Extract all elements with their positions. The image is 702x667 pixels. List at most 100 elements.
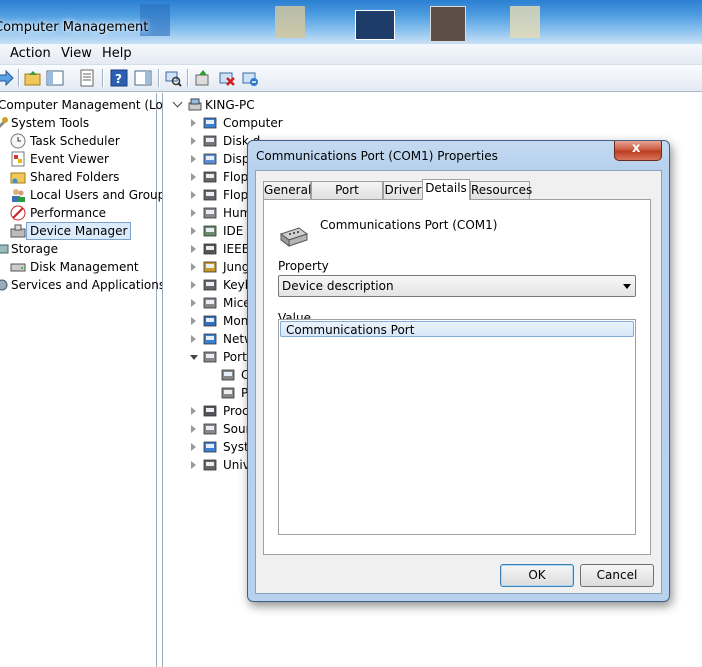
tab-general[interactable]: General (263, 181, 311, 199)
expand-arrow-icon[interactable] (191, 155, 196, 163)
clock-icon (10, 133, 26, 149)
cancel-button[interactable]: Cancel (580, 564, 654, 587)
toolbar-separator (18, 69, 20, 87)
menu-help[interactable]: Help (102, 46, 132, 61)
port-icon (203, 351, 217, 363)
expand-arrow-icon[interactable] (191, 119, 196, 127)
disk-icon (10, 263, 26, 272)
floppy-icon (203, 189, 217, 201)
expand-arrow-icon[interactable] (191, 407, 196, 415)
disk-drive-icon (203, 135, 217, 147)
port-icon (221, 387, 235, 399)
expand-arrow-icon[interactable] (191, 245, 196, 253)
device-category-label: Jung (223, 260, 250, 274)
window-title: Computer Management (0, 20, 149, 35)
close-icon: x (632, 141, 641, 156)
jungo-icon (203, 261, 217, 273)
tools-icon (0, 117, 8, 128)
ok-button[interactable]: OK (500, 564, 574, 587)
tab-details[interactable]: Details (422, 179, 470, 200)
expand-arrow-icon[interactable] (191, 263, 196, 271)
usb-icon (203, 459, 217, 471)
expand-arrow-icon[interactable] (191, 173, 196, 181)
expand-arrow-icon[interactable] (191, 461, 196, 469)
forward-arrow-icon[interactable] (0, 69, 14, 87)
menu-bar: Action View Help (0, 44, 702, 65)
expand-arrow-icon[interactable] (191, 299, 196, 307)
hid-icon (203, 207, 217, 219)
device-category-label: Flop (223, 170, 249, 184)
system-icon (203, 441, 217, 453)
disable-device-icon[interactable] (218, 69, 236, 87)
properties-sheet-icon[interactable] (78, 69, 96, 87)
processor-icon (203, 405, 217, 417)
ide-icon (203, 225, 217, 237)
toolbar: ? (0, 65, 702, 92)
tab-resources[interactable]: Resources (470, 181, 532, 199)
close-button[interactable]: x (614, 141, 662, 161)
device-manager-icon (10, 224, 26, 238)
computer-icon (203, 117, 217, 129)
dialog-title: Communications Port (COM1) Properties (256, 149, 498, 163)
computer-icon (188, 98, 202, 111)
dialog-client: General Port Settings Driver Details Res… (255, 170, 662, 594)
expand-arrow-icon[interactable] (191, 209, 196, 217)
sound-icon (203, 423, 217, 435)
menu-view[interactable]: View (61, 46, 92, 61)
value-item[interactable]: Communications Port (280, 321, 634, 337)
properties-dialog: Communications Port (COM1) Properties x … (247, 140, 670, 602)
update-driver-icon[interactable] (194, 69, 212, 87)
performance-icon (10, 205, 26, 221)
mouse-icon (203, 297, 217, 309)
console-tree: Computer Management (Local System Tools … (0, 93, 180, 667)
event-viewer-icon (11, 151, 25, 167)
network-icon (203, 333, 217, 345)
ieee-icon (203, 243, 217, 255)
expand-arrow-icon[interactable] (191, 191, 196, 199)
menu-action[interactable]: Action (10, 46, 51, 61)
collapse-arrow-icon[interactable] (190, 355, 198, 360)
users-icon (12, 189, 25, 202)
value-list[interactable]: Communications Port (278, 319, 636, 535)
action-pane-icon[interactable] (134, 69, 152, 87)
display-icon (203, 153, 217, 165)
expand-arrow-icon[interactable] (191, 425, 196, 433)
device-name: Communications Port (COM1) (320, 218, 498, 232)
desktop-icons (110, 4, 670, 42)
monitor-icon (203, 315, 217, 327)
keyboard-icon (203, 279, 217, 291)
property-dropdown[interactable]: Device description (278, 275, 636, 297)
scan-hardware-icon[interactable] (164, 69, 182, 87)
device-category-label: Mon (223, 314, 249, 328)
property-label: Property (278, 259, 329, 273)
expand-arrow-icon[interactable] (191, 335, 196, 343)
device-category-label: Computer (223, 116, 283, 130)
toolbar-separator (158, 69, 160, 87)
device-category-label: Flop (223, 188, 249, 202)
toolbar-separator (187, 69, 189, 87)
port-icon (221, 369, 235, 381)
tab-driver[interactable]: Driver (383, 181, 423, 199)
expand-arrow-icon[interactable] (191, 281, 196, 289)
device-category-label: Disp (223, 152, 250, 166)
collapse-arrow-icon[interactable] (172, 97, 183, 108)
property-value: Device description (282, 279, 394, 293)
device-category-label: Proc (223, 404, 249, 418)
show-hide-tree-icon[interactable] (46, 69, 64, 87)
up-folder-icon[interactable] (24, 69, 42, 87)
help-icon[interactable]: ? (110, 69, 128, 87)
device-category-label: IEEE (223, 242, 250, 256)
expand-arrow-icon[interactable] (191, 227, 196, 235)
floppy-icon (203, 171, 217, 183)
serial-port-icon (279, 227, 309, 247)
details-panel: Communications Port (COM1) Property Devi… (263, 199, 651, 555)
svg-text:?: ? (115, 72, 122, 86)
toolbar-separator (102, 69, 104, 87)
chevron-down-icon (623, 284, 631, 289)
tab-port-settings[interactable]: Port Settings (311, 181, 383, 214)
uninstall-device-icon[interactable] (241, 69, 259, 87)
expand-arrow-icon[interactable] (191, 443, 196, 451)
services-icon (0, 279, 8, 291)
expand-arrow-icon[interactable] (191, 137, 196, 145)
expand-arrow-icon[interactable] (191, 317, 196, 325)
